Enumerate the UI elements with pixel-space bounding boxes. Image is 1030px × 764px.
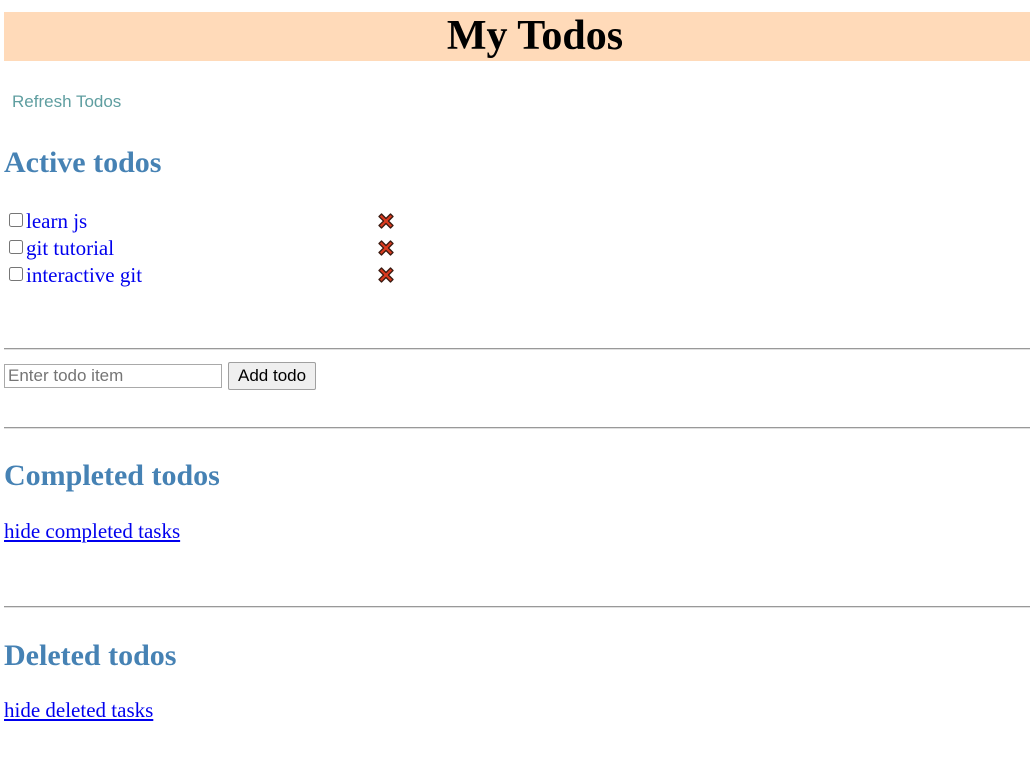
divider bbox=[4, 606, 1030, 608]
hide-deleted-link[interactable]: hide deleted tasks bbox=[4, 698, 153, 723]
todo-item: learn js bbox=[8, 208, 408, 235]
todo-input[interactable] bbox=[4, 364, 222, 388]
todo-checkbox[interactable] bbox=[9, 212, 23, 227]
todo-text[interactable]: learn js bbox=[26, 209, 87, 234]
todo-page: My Todos Refresh Todos Active todos lear… bbox=[0, 0, 1030, 764]
refresh-todos-link[interactable]: Refresh Todos bbox=[12, 92, 121, 112]
todo-checkbox[interactable] bbox=[9, 266, 23, 281]
todo-item: interactive git bbox=[8, 262, 408, 289]
close-x-icon[interactable] bbox=[376, 238, 396, 258]
close-x-icon[interactable] bbox=[376, 211, 396, 231]
add-todo-button[interactable]: Add todo bbox=[228, 362, 317, 390]
todo-text[interactable]: interactive git bbox=[26, 263, 142, 288]
completed-todos-heading: Completed todos bbox=[4, 459, 220, 492]
todo-text[interactable]: git tutorial bbox=[26, 236, 114, 261]
deleted-todos-heading: Deleted todos bbox=[4, 639, 177, 672]
active-todos-heading: Active todos bbox=[4, 146, 162, 179]
divider bbox=[4, 348, 1030, 350]
active-todo-list: learn js git tutorial interactive git bbox=[8, 208, 408, 289]
title-bar: My Todos bbox=[4, 12, 1030, 61]
todo-checkbox[interactable] bbox=[9, 239, 23, 254]
divider bbox=[4, 427, 1030, 429]
hide-completed-link[interactable]: hide completed tasks bbox=[4, 519, 180, 544]
close-x-icon[interactable] bbox=[376, 265, 396, 285]
todo-item: git tutorial bbox=[8, 235, 408, 262]
add-todo-form: Add todo bbox=[4, 362, 317, 390]
page-title: My Todos bbox=[446, 13, 624, 59]
